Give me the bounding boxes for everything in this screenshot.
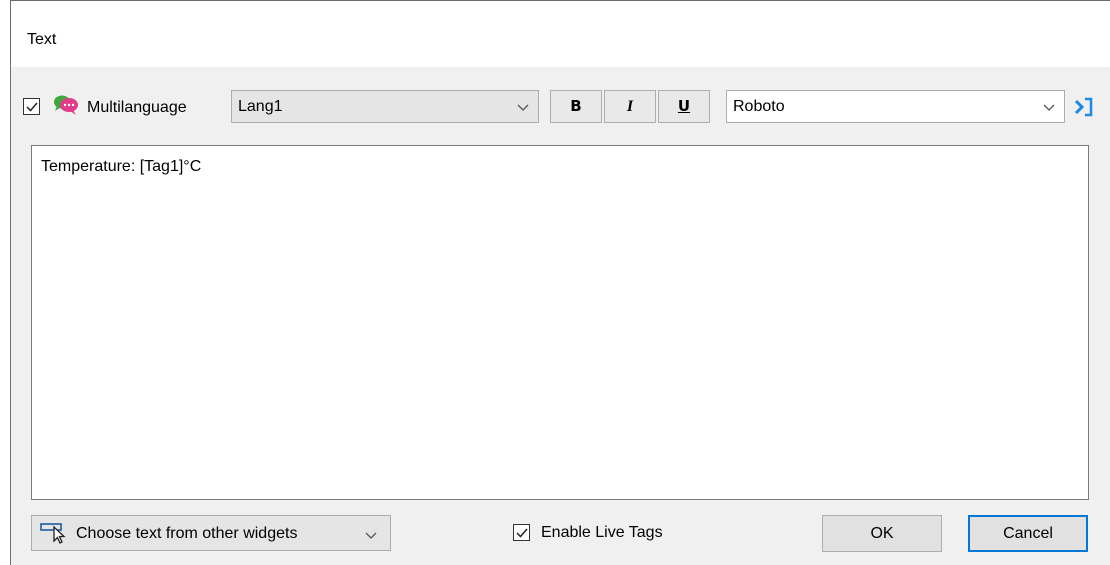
choose-text-label: Choose text from other widgets [76, 525, 298, 542]
checkmark-icon [516, 528, 528, 538]
cancel-button[interactable]: Cancel [968, 515, 1088, 552]
checkmark-icon [26, 102, 38, 112]
ok-button[interactable]: OK [822, 515, 942, 552]
pointer-select-icon [40, 523, 66, 544]
chevron-down-icon [517, 104, 529, 111]
italic-button[interactable]: I [604, 90, 656, 123]
chevron-down-icon [1043, 104, 1055, 111]
language-select-value: Lang1 [238, 98, 283, 115]
enable-live-tags-checkbox[interactable] [513, 524, 530, 541]
text-dialog: Text Multilanguage Lang1 B I U Roboto Te… [0, 0, 1110, 565]
language-select[interactable]: Lang1 [231, 90, 539, 123]
speech-bubbles-icon [54, 95, 78, 115]
chevron-down-icon [365, 532, 377, 539]
underline-button[interactable]: U [658, 90, 710, 123]
choose-text-from-widgets-button[interactable]: Choose text from other widgets [31, 515, 391, 551]
font-select-value: Roboto [733, 98, 785, 115]
dialog-title: Text [27, 31, 57, 48]
font-select[interactable]: Roboto [726, 90, 1065, 123]
title-bar: Text [11, 1, 1110, 67]
text-editor-content[interactable]: Temperature: [Tag1]°C [41, 158, 201, 176]
expand-arrow-icon[interactable] [1073, 96, 1095, 118]
bold-button[interactable]: B [550, 90, 602, 123]
multilanguage-label: Multilanguage [87, 99, 187, 116]
multilanguage-checkbox[interactable] [23, 98, 40, 115]
text-editor[interactable]: Temperature: [Tag1]°C [31, 145, 1089, 500]
enable-live-tags-label: Enable Live Tags [541, 524, 663, 541]
